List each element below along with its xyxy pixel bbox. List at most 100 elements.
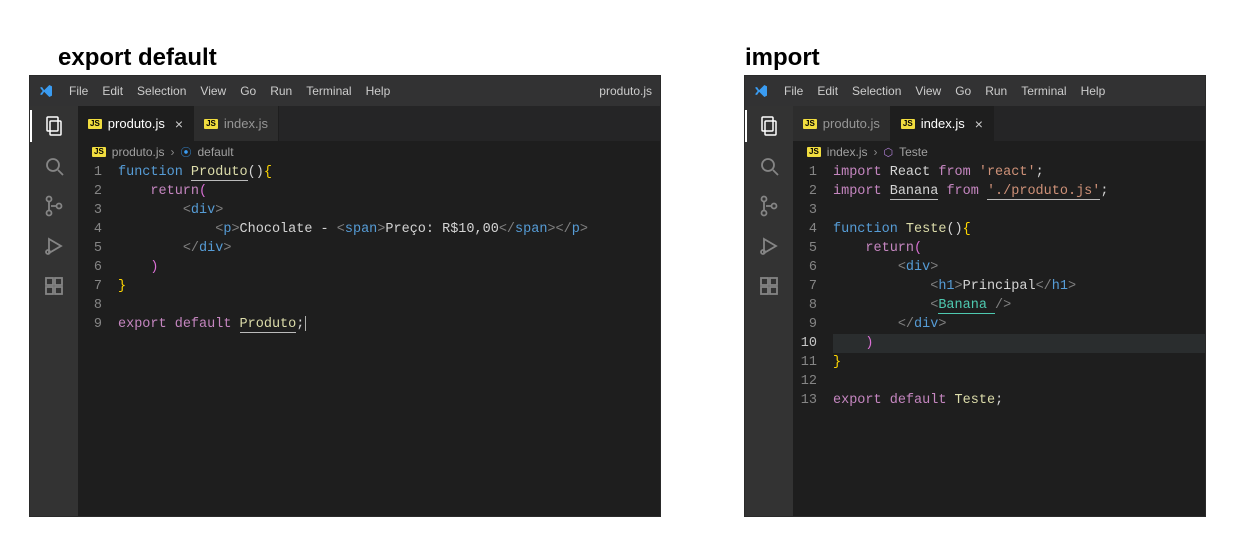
search-icon[interactable] — [40, 152, 68, 180]
menu-edit[interactable]: Edit — [102, 84, 123, 98]
vscode-logo-icon — [38, 83, 54, 99]
line-number: 7 — [793, 277, 817, 296]
menu-selection[interactable]: Selection — [852, 84, 901, 98]
close-icon[interactable]: × — [175, 116, 183, 132]
menu-file[interactable]: File — [69, 84, 88, 98]
line-number: 12 — [793, 372, 817, 391]
code-line[interactable]: ) — [118, 258, 660, 277]
menu-view[interactable]: View — [915, 84, 941, 98]
breadcrumb-file: produto.js — [112, 145, 165, 159]
line-number: 8 — [793, 296, 817, 315]
line-number: 5 — [793, 239, 817, 258]
menu-selection[interactable]: Selection — [137, 84, 186, 98]
js-badge-icon: JS — [807, 147, 821, 157]
code-content[interactable]: import React from 'react';import Banana … — [829, 163, 1205, 516]
code-content[interactable]: function Produto(){ return( <div> <p>Cho… — [114, 163, 660, 516]
breadcrumb[interactable]: JS index.js › ⬡ Teste — [793, 141, 1205, 163]
menu-run[interactable]: Run — [270, 84, 292, 98]
code-line[interactable]: ) — [833, 334, 1205, 353]
menu-edit[interactable]: Edit — [817, 84, 838, 98]
code-line[interactable] — [118, 296, 660, 315]
menu-help[interactable]: Help — [366, 84, 391, 98]
code-line[interactable]: export default Teste; — [833, 391, 1205, 410]
code-line[interactable] — [833, 201, 1205, 220]
extensions-icon[interactable] — [40, 272, 68, 300]
vscode-window-left: File Edit Selection View Go Run Terminal Help p… — [30, 76, 660, 516]
editor-tabs: JS produto.js × JS index.js — [78, 106, 660, 141]
code-line[interactable]: <Banana /> — [833, 296, 1205, 315]
code-line[interactable]: } — [118, 277, 660, 296]
tab-label: produto.js — [108, 116, 165, 131]
code-line[interactable]: return( — [833, 239, 1205, 258]
menu-go[interactable]: Go — [240, 84, 256, 98]
run-debug-icon[interactable] — [40, 232, 68, 260]
js-badge-icon: JS — [803, 119, 817, 129]
line-number: 6 — [793, 258, 817, 277]
code-line[interactable]: <div> — [833, 258, 1205, 277]
tab-label: index.js — [224, 116, 268, 131]
tab-produto-js[interactable]: JSproduto.js — [793, 106, 891, 141]
explorer-icon[interactable] — [755, 112, 783, 140]
editor-tabs: JSproduto.jsJSindex.js× — [793, 106, 1205, 141]
tab-index-js[interactable]: JS index.js × — [891, 106, 994, 141]
tab-index-js[interactable]: JS index.js — [194, 106, 279, 141]
close-icon[interactable]: × — [975, 116, 983, 132]
menu-go[interactable]: Go — [955, 84, 971, 98]
line-number: 13 — [793, 391, 817, 410]
line-number: 9 — [78, 315, 102, 334]
menu-file[interactable]: File — [784, 84, 803, 98]
symbol-icon: ⦿ — [181, 144, 192, 160]
menu-help[interactable]: Help — [1081, 84, 1106, 98]
line-number: 9 — [793, 315, 817, 334]
js-badge-icon: JS — [901, 119, 915, 129]
code-line[interactable]: <div> — [118, 201, 660, 220]
code-line[interactable]: <h1>Principal</h1> — [833, 277, 1205, 296]
breadcrumb-symbol: default — [198, 145, 234, 159]
line-number: 1 — [793, 163, 817, 182]
run-debug-icon[interactable] — [755, 232, 783, 260]
code-line[interactable]: export default Produto; — [118, 315, 660, 334]
menu-run[interactable]: Run — [985, 84, 1007, 98]
source-control-icon[interactable] — [40, 192, 68, 220]
line-gutter: 12345678910111213 — [793, 163, 829, 516]
code-line[interactable]: return( — [118, 182, 660, 201]
heading-left: export default — [58, 44, 217, 72]
menu-terminal[interactable]: Terminal — [1021, 84, 1066, 98]
source-control-icon[interactable] — [755, 192, 783, 220]
code-line[interactable]: </div> — [833, 315, 1205, 334]
symbol-icon: ⬡ — [883, 146, 893, 159]
explorer-icon[interactable] — [40, 112, 68, 140]
line-number: 11 — [793, 353, 817, 372]
line-number: 1 — [78, 163, 102, 182]
code-line[interactable]: <p>Chocolate - <span>Preço: R$10,00</spa… — [118, 220, 660, 239]
code-editor[interactable]: 12345678910111213 import React from 'rea… — [793, 163, 1205, 516]
chevron-right-icon: › — [171, 145, 175, 159]
line-number: 2 — [793, 182, 817, 201]
activity-bar — [745, 106, 793, 516]
vscode-window-right: File Edit Selection View Go Run Terminal Help J… — [745, 76, 1205, 516]
tab-label: index.js — [921, 116, 965, 131]
code-line[interactable]: function Teste(){ — [833, 220, 1205, 239]
tab-produto-js[interactable]: JSproduto.js× — [78, 106, 194, 141]
breadcrumb[interactable]: JS produto.js › ⦿ default — [78, 141, 660, 163]
line-number: 6 — [78, 258, 102, 277]
menu-terminal[interactable]: Terminal — [306, 84, 351, 98]
titlebar: File Edit Selection View Go Run Terminal Help p… — [30, 76, 660, 106]
titlebar: File Edit Selection View Go Run Terminal Help — [745, 76, 1205, 106]
titlebar-active-file: produto.js — [599, 84, 652, 98]
code-editor[interactable]: 123456789 function Produto(){ return( <d… — [78, 163, 660, 516]
menu-view[interactable]: View — [200, 84, 226, 98]
line-number: 3 — [78, 201, 102, 220]
code-line[interactable]: import Banana from './produto.js'; — [833, 182, 1205, 201]
code-line[interactable] — [833, 372, 1205, 391]
search-icon[interactable] — [755, 152, 783, 180]
code-line[interactable]: </div> — [118, 239, 660, 258]
js-badge-icon: JS — [204, 119, 218, 129]
line-number: 10 — [793, 334, 817, 353]
extensions-icon[interactable] — [755, 272, 783, 300]
line-number: 4 — [78, 220, 102, 239]
code-line[interactable]: } — [833, 353, 1205, 372]
code-line[interactable]: function Produto(){ — [118, 163, 660, 182]
code-line[interactable]: import React from 'react'; — [833, 163, 1205, 182]
line-number: 8 — [78, 296, 102, 315]
